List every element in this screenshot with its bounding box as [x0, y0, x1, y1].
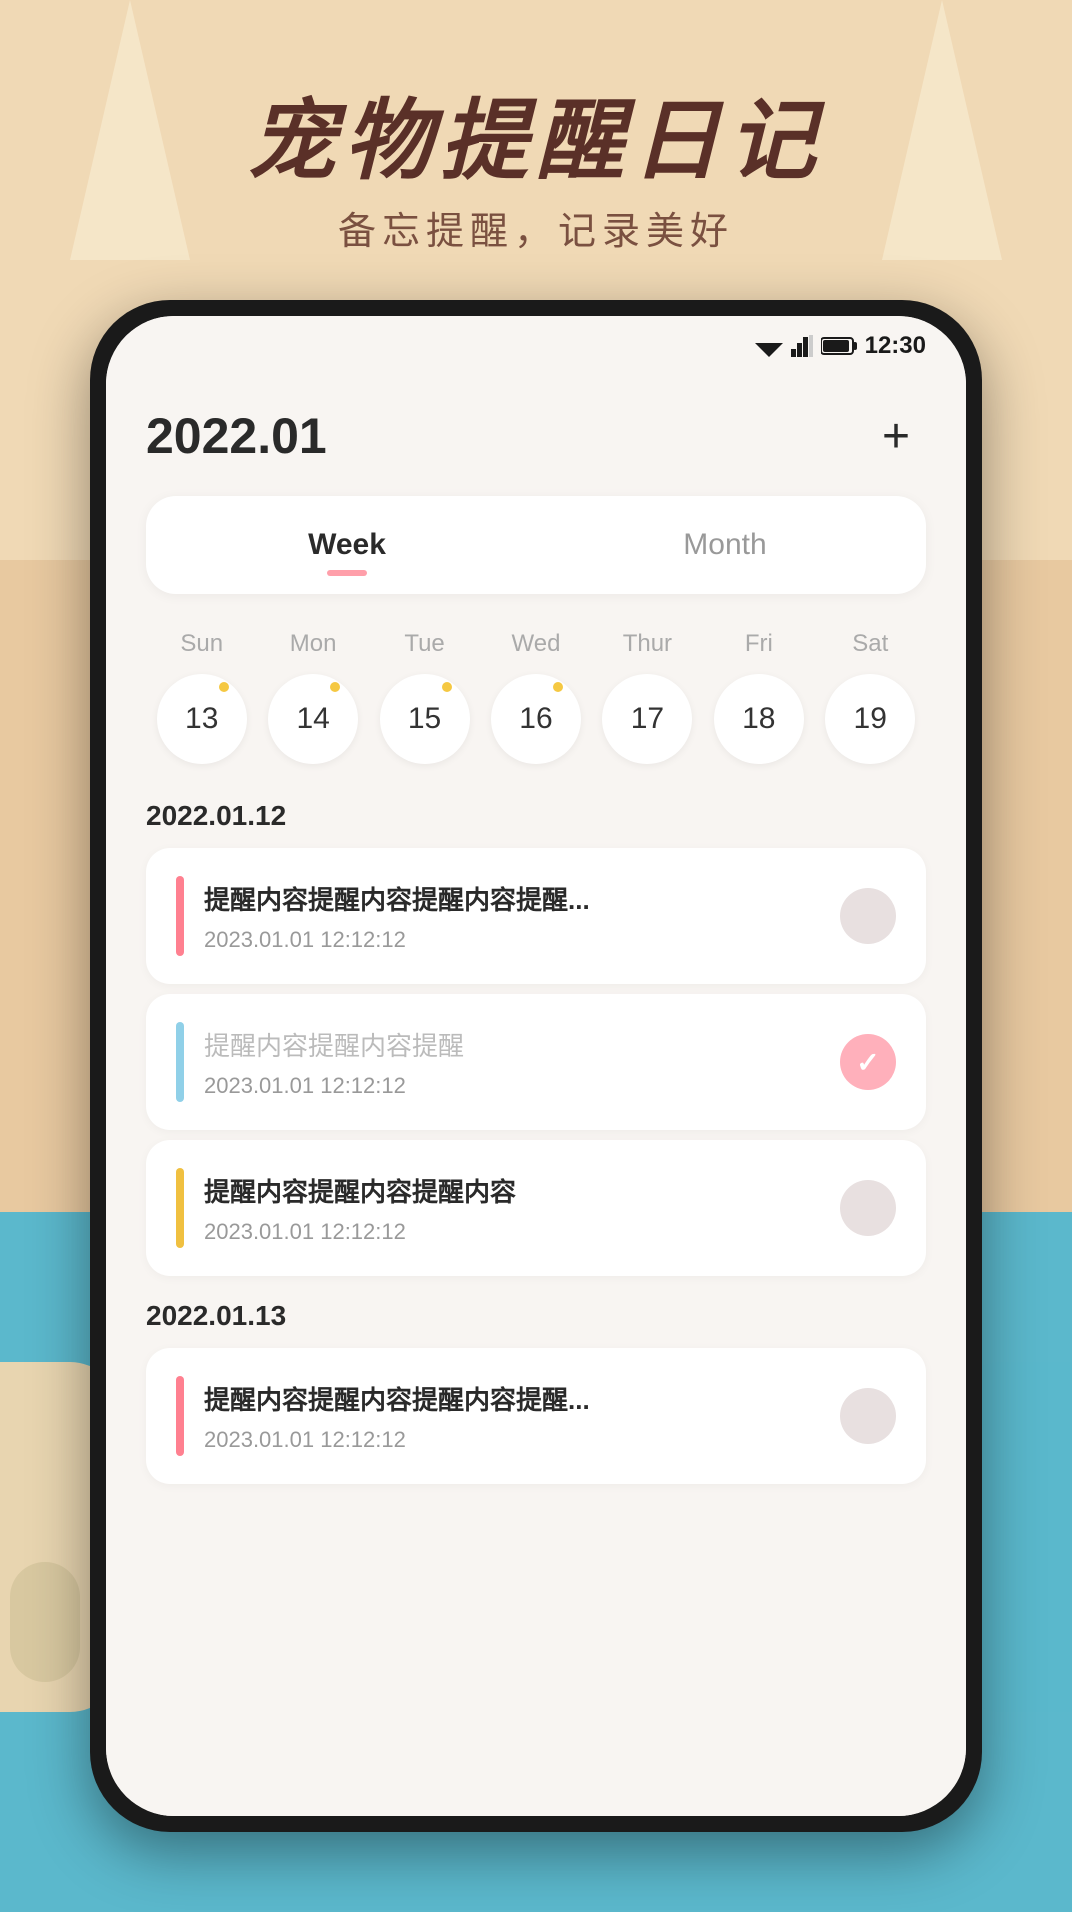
reminder-title-0-1: 提醒内容提醒内容提醒 — [204, 1026, 820, 1063]
day-tue: Tue — [380, 630, 470, 658]
reminder-title-1-0: 提醒内容提醒内容提醒内容提醒... — [204, 1380, 820, 1417]
reminder-checkbox-0-2[interactable] — [840, 1180, 896, 1236]
reminder-item-1-0[interactable]: 提醒内容提醒内容提醒内容提醒... 2023.01.01 12:12:12 — [146, 1348, 926, 1484]
main-content: 2022.01 + Week Month Sun Mon Tue Wed Thu… — [106, 376, 966, 1816]
phone-frame: 12:30 2022.01 + Week Month — [90, 300, 982, 1832]
status-icons: 12:30 — [755, 332, 926, 360]
date-17[interactable]: 17 — [602, 674, 692, 764]
reminder-title-0-0: 提醒内容提醒内容提醒内容提醒... — [204, 880, 820, 917]
date-13[interactable]: 13 — [157, 674, 247, 764]
reminder-item-0-2[interactable]: 提醒内容提醒内容提醒内容 2023.01.01 12:12:12 — [146, 1140, 926, 1276]
add-button[interactable]: + — [866, 406, 926, 466]
date-dot-14 — [330, 682, 340, 692]
reminder-content-0-2: 提醒内容提醒内容提醒内容 2023.01.01 12:12:12 — [204, 1172, 820, 1245]
date-dot-13 — [219, 682, 229, 692]
date-15[interactable]: 15 — [380, 674, 470, 764]
status-bar: 12:30 — [106, 316, 966, 376]
reminder-checkbox-1-0[interactable] — [840, 1388, 896, 1444]
reminder-content-0-1: 提醒内容提醒内容提醒 2023.01.01 12:12:12 — [204, 1026, 820, 1099]
battery-icon — [821, 336, 857, 356]
date-14[interactable]: 14 — [268, 674, 358, 764]
tab-container: Week Month — [146, 496, 926, 594]
section-date-1: 2022.01.13 — [146, 1300, 926, 1332]
day-thur: Thur — [602, 630, 692, 658]
reminder-content-0-0: 提醒内容提醒内容提醒内容提醒... 2023.01.01 12:12:12 — [204, 880, 820, 953]
reminder-bar-0-0 — [176, 876, 184, 956]
day-headers: Sun Mon Tue Wed Thur Fri Sat — [146, 630, 926, 658]
section-date-0: 2022.01.12 — [146, 800, 926, 832]
date-16[interactable]: 16 — [491, 674, 581, 764]
day-wed: Wed — [491, 630, 581, 658]
tab-month[interactable]: Month — [536, 508, 914, 582]
date-18[interactable]: 18 — [714, 674, 804, 764]
reminder-bar-1-0 — [176, 1376, 184, 1456]
phone-screen: 12:30 2022.01 + Week Month — [106, 316, 966, 1816]
app-subtitle: 备忘提醒，记录美好 — [0, 200, 1072, 255]
reminder-checkbox-0-0[interactable] — [840, 888, 896, 944]
header: 2022.01 + — [146, 406, 926, 466]
calendar-dates: 13 14 15 16 17 1 — [146, 674, 926, 764]
reminder-item-0-0[interactable]: 提醒内容提醒内容提醒内容提醒... 2023.01.01 12:12:12 — [146, 848, 926, 984]
reminder-content-1-0: 提醒内容提醒内容提醒内容提醒... 2023.01.01 12:12:12 — [204, 1380, 820, 1453]
checkmark-icon: ✓ — [856, 1046, 879, 1079]
reminder-item-0-1[interactable]: 提醒内容提醒内容提醒 2023.01.01 12:12:12 ✓ — [146, 994, 926, 1130]
tab-week-underline — [327, 570, 367, 576]
app-title: 宠物提醒日记 — [0, 70, 1072, 197]
reminder-time-1-0: 2023.01.01 12:12:12 — [204, 1427, 820, 1453]
date-19[interactable]: 19 — [825, 674, 915, 764]
date-dot-15 — [442, 682, 452, 692]
reminder-time-0-2: 2023.01.01 12:12:12 — [204, 1219, 820, 1245]
wifi-icon — [755, 335, 783, 357]
reminder-bar-0-2 — [176, 1168, 184, 1248]
day-sat: Sat — [825, 630, 915, 658]
signal-icon — [791, 335, 813, 357]
day-sun: Sun — [157, 630, 247, 658]
reminder-time-0-1: 2023.01.01 12:12:12 — [204, 1073, 820, 1099]
date-dot-16 — [553, 682, 563, 692]
reminder-checkbox-0-1[interactable]: ✓ — [840, 1034, 896, 1090]
reminder-title-0-2: 提醒内容提醒内容提醒内容 — [204, 1172, 820, 1209]
tab-week[interactable]: Week — [158, 508, 536, 582]
header-date: 2022.01 — [146, 407, 327, 465]
reminder-bar-0-1 — [176, 1022, 184, 1102]
status-time: 12:30 — [865, 332, 926, 360]
reminder-time-0-0: 2023.01.01 12:12:12 — [204, 927, 820, 953]
day-fri: Fri — [714, 630, 804, 658]
day-mon: Mon — [268, 630, 358, 658]
